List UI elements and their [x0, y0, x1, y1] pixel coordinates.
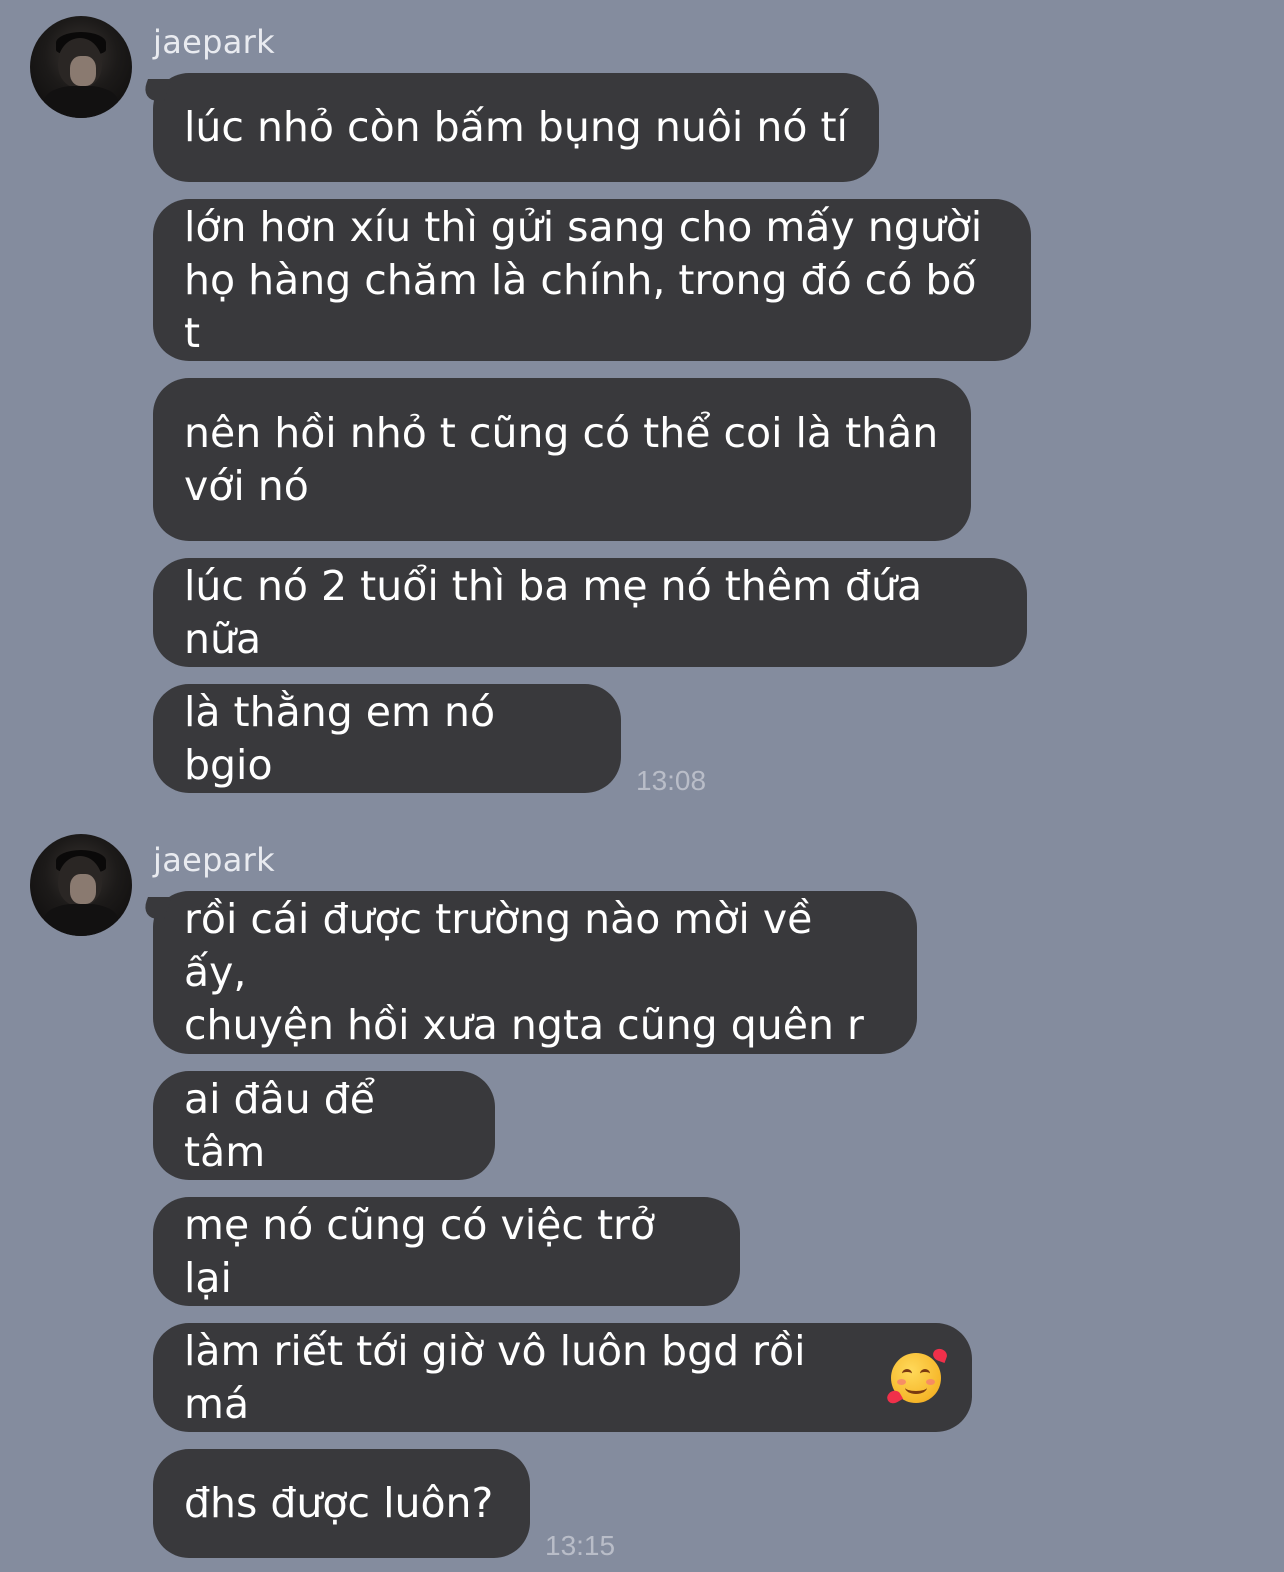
message-bubble[interactable]: rồi cái được trường nào mời về ấy, chuyệ…	[153, 891, 917, 1054]
message-timestamp: 13:15	[545, 1530, 616, 1561]
message-bubble[interactable]: lớn hơn xíu thì gửi sang cho mấy người h…	[153, 199, 1031, 361]
message-bubble[interactable]: ai đâu để tâm	[153, 1071, 495, 1180]
message-text: ai đâu để tâm	[184, 1074, 375, 1176]
message-text: làm riết tới giờ vô luôn bgd rồi má	[184, 1326, 806, 1428]
message-bubble[interactable]: lúc nhỏ còn bấm bụng nuôi nó tí	[153, 73, 879, 182]
message-bubble[interactable]: làm riết tới giờ vô luôn bgd rồi má	[153, 1323, 972, 1432]
message-bubble[interactable]: đhs được luôn?	[153, 1449, 530, 1558]
avatar[interactable]	[30, 834, 132, 936]
message-text: là thằng em nó bgio	[184, 687, 496, 789]
smiling-face-with-hearts-icon	[891, 1352, 941, 1403]
message-text: lúc nó 2 tuổi thì ba mẹ nó thêm đứa nữa	[184, 561, 923, 663]
message-text: mẹ nó cũng có việc trở lại	[184, 1200, 655, 1302]
message-text: nên hồi nhỏ t cũng có thể coi là thân vớ…	[184, 408, 939, 510]
message-bubble[interactable]: là thằng em nó bgio	[153, 684, 621, 793]
avatar[interactable]	[30, 16, 132, 118]
message-bubble[interactable]: nên hồi nhỏ t cũng có thể coi là thân vớ…	[153, 378, 971, 541]
message-text: lớn hơn xíu thì gửi sang cho mấy người h…	[184, 202, 983, 357]
sender-name[interactable]: jaepark	[153, 840, 275, 880]
message-text: đhs được luôn?	[184, 1479, 494, 1527]
message-text: rồi cái được trường nào mời về ấy, chuyệ…	[184, 895, 864, 1049]
message-text: lúc nhỏ còn bấm bụng nuôi nó tí	[184, 103, 848, 151]
sender-name[interactable]: jaepark	[153, 22, 275, 62]
message-timestamp: 13:08	[636, 765, 707, 796]
message-bubble[interactable]: mẹ nó cũng có việc trở lại	[153, 1197, 740, 1306]
message-bubble[interactable]: lúc nó 2 tuổi thì ba mẹ nó thêm đứa nữa	[153, 558, 1027, 667]
